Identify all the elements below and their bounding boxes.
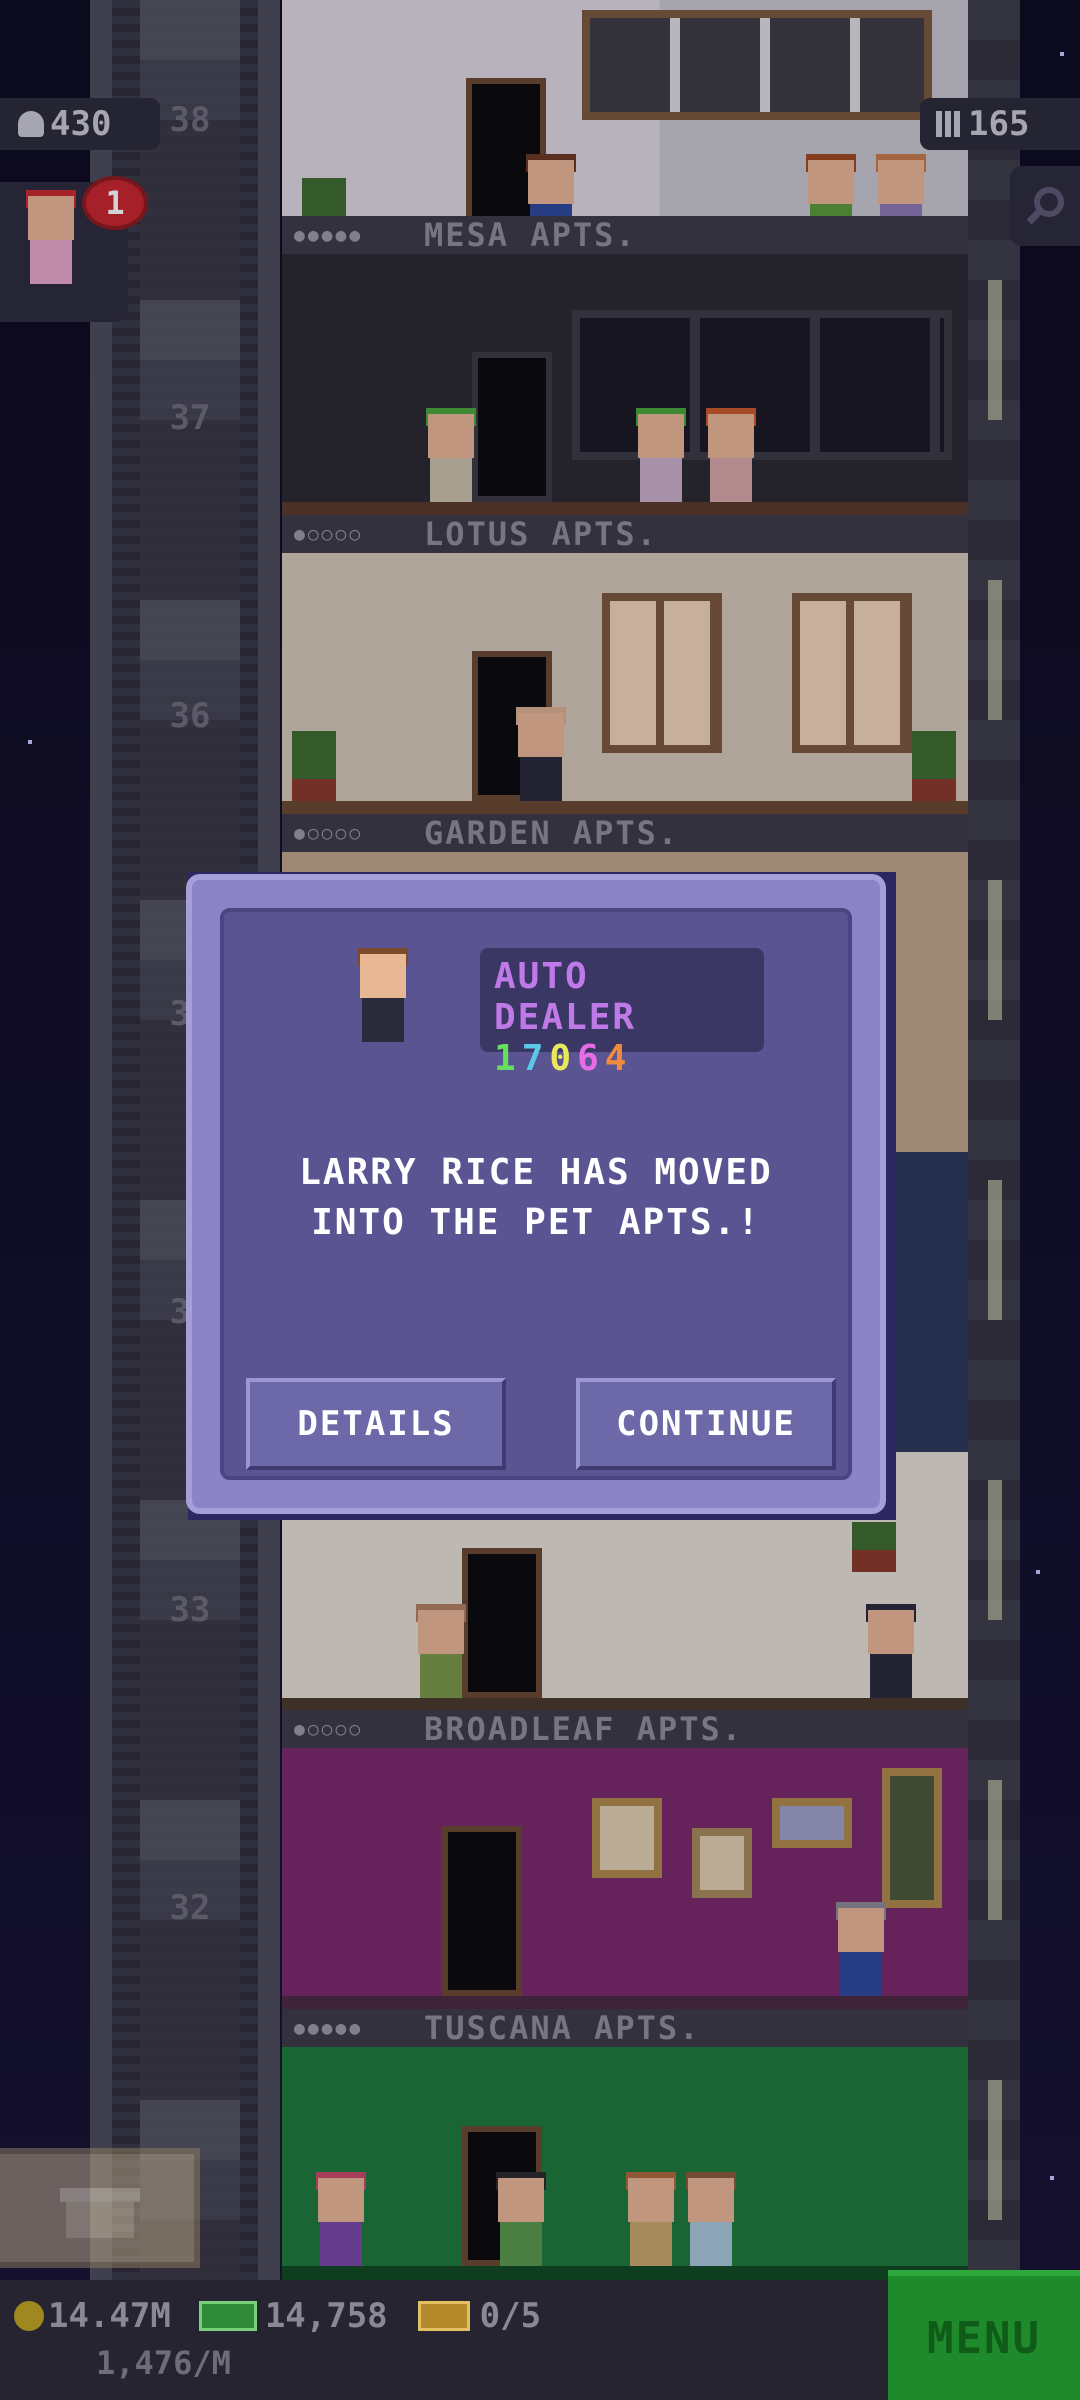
crate-icon bbox=[60, 2188, 140, 2238]
crate-button[interactable] bbox=[0, 2148, 200, 2268]
tickets-value: 0/5 bbox=[479, 2296, 542, 2336]
message-line: LARRY RICE HAS MOVED bbox=[299, 1152, 773, 1193]
menu-button[interactable]: MENU bbox=[888, 2270, 1080, 2400]
skill-digit: 7 bbox=[521, 1038, 550, 1079]
job-nameplate: AUTO DEALER 17064 bbox=[480, 948, 764, 1079]
skill-digit: 6 bbox=[577, 1038, 605, 1079]
details-button[interactable]: DETAILS bbox=[246, 1378, 506, 1470]
dialog-message: LARRY RICE HAS MOVED INTO THE PET APTS.! bbox=[244, 1148, 828, 1248]
resident-portrait[interactable] bbox=[344, 948, 424, 1050]
income-rate: 1,476/M bbox=[96, 2344, 231, 2382]
coin-icon bbox=[14, 2301, 44, 2331]
skill-digit: 1 bbox=[494, 1038, 522, 1079]
bux-value: 14,758 bbox=[264, 2296, 388, 2336]
skill-digit: 0 bbox=[549, 1038, 578, 1079]
bux-icon bbox=[198, 2301, 257, 2331]
skill-digit: 4 bbox=[604, 1038, 633, 1079]
job-title: AUTO DEALER bbox=[494, 956, 637, 1038]
dialog-body: AUTO DEALER 17064 LARRY RICE HAS MOVED I… bbox=[220, 908, 852, 1480]
move-in-dialog: AUTO DEALER 17064 LARRY RICE HAS MOVED I… bbox=[186, 874, 886, 1514]
ticket-icon bbox=[417, 2301, 470, 2331]
coins-value: 14.47M bbox=[48, 2296, 171, 2336]
continue-button[interactable]: CONTINUE bbox=[576, 1378, 836, 1470]
message-line: INTO THE PET APTS.! bbox=[311, 1202, 761, 1243]
job-skill-digits: 17064 bbox=[494, 1038, 750, 1079]
currency-row[interactable]: 14.47M 14,758 0/5 bbox=[14, 2296, 541, 2336]
